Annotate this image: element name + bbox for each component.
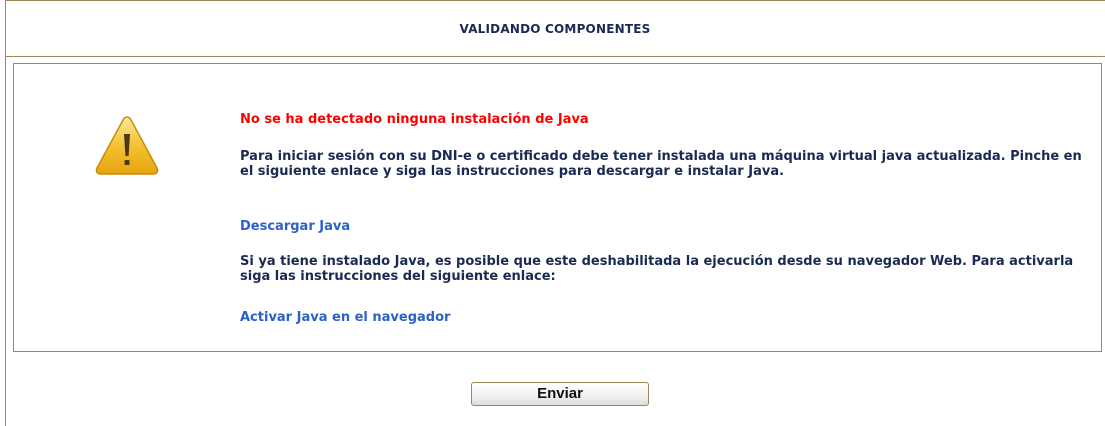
- java-not-detected-message: No se ha detectado ninguna instalación d…: [240, 112, 589, 127]
- submit-button[interactable]: Enviar: [471, 382, 649, 406]
- message-panel: [13, 63, 1102, 352]
- activate-java-link[interactable]: Activar Java en el navegador: [240, 310, 450, 325]
- install-instructions-text: Para iniciar sesión con su DNI-e o certi…: [240, 149, 1082, 179]
- warning-triangle-icon: [95, 116, 159, 175]
- header-bar: VALIDANDO COMPONENTES: [5, 0, 1105, 57]
- enable-instructions-text: Si ya tiene instalado Java, es posible q…: [240, 254, 1074, 284]
- download-java-link[interactable]: Descargar Java: [240, 219, 350, 234]
- page-title: VALIDANDO COMPONENTES: [459, 22, 651, 36]
